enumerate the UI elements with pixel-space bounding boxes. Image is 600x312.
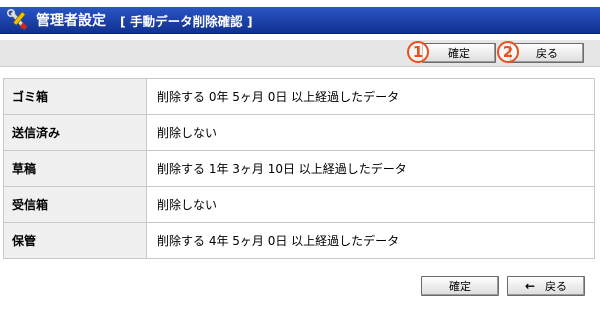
back-arrow-icon: ← (524, 279, 536, 293)
row-label: 受信箱 (3, 186, 147, 223)
table-row: ゴミ箱 削除する 0年 5ヶ月 0日 以上経過したデータ (3, 78, 595, 115)
table-row: 受信箱 削除しない (3, 186, 595, 223)
page-title: 管理者設定 (36, 13, 106, 29)
back-button-label: 戻る (545, 280, 568, 293)
deletion-settings-table: ゴミ箱 削除する 0年 5ヶ月 0日 以上経過したデータ 送信済み 削除しない … (3, 78, 595, 259)
row-value: 削除する 0年 5ヶ月 0日 以上経過したデータ (146, 78, 595, 115)
back-button-bottom[interactable]: ← 戻る (507, 276, 585, 296)
row-label: ゴミ箱 (3, 78, 147, 115)
top-toolbar: 確定 戻る 1 2 (0, 40, 600, 67)
confirm-button-bottom[interactable]: 確定 (421, 276, 499, 296)
table-row: 草稿 削除する 1年 3ヶ月 10日 以上経過したデータ (3, 150, 595, 187)
annotation-badge-1: 1 (407, 41, 429, 63)
confirm-button-top[interactable]: 確定 (422, 43, 496, 63)
row-value: 削除する 4年 5ヶ月 0日 以上経過したデータ (146, 222, 595, 259)
row-value: 削除しない (146, 114, 595, 151)
row-value: 削除する 1年 3ヶ月 10日 以上経過したデータ (146, 150, 595, 187)
confirm-button-label: 確定 (449, 280, 471, 293)
back-button-label: 戻る (536, 47, 558, 60)
title-bar: 管理者設定 [ 手動データ削除確認 ] (0, 7, 600, 34)
row-value: 削除しない (146, 186, 595, 223)
row-label: 送信済み (3, 114, 147, 151)
confirm-button-label: 確定 (448, 47, 470, 60)
table-row: 保管 削除する 4年 5ヶ月 0日 以上経過したデータ (3, 222, 595, 259)
annotation-badge-2: 2 (497, 41, 519, 63)
row-label: 草稿 (3, 150, 147, 187)
page-subtitle: [ 手動データ削除確認 ] (120, 13, 253, 29)
row-label: 保管 (3, 222, 147, 259)
table-row: 送信済み 削除しない (3, 114, 595, 151)
back-button-top[interactable]: 戻る (510, 43, 584, 63)
tools-icon (5, 9, 31, 31)
